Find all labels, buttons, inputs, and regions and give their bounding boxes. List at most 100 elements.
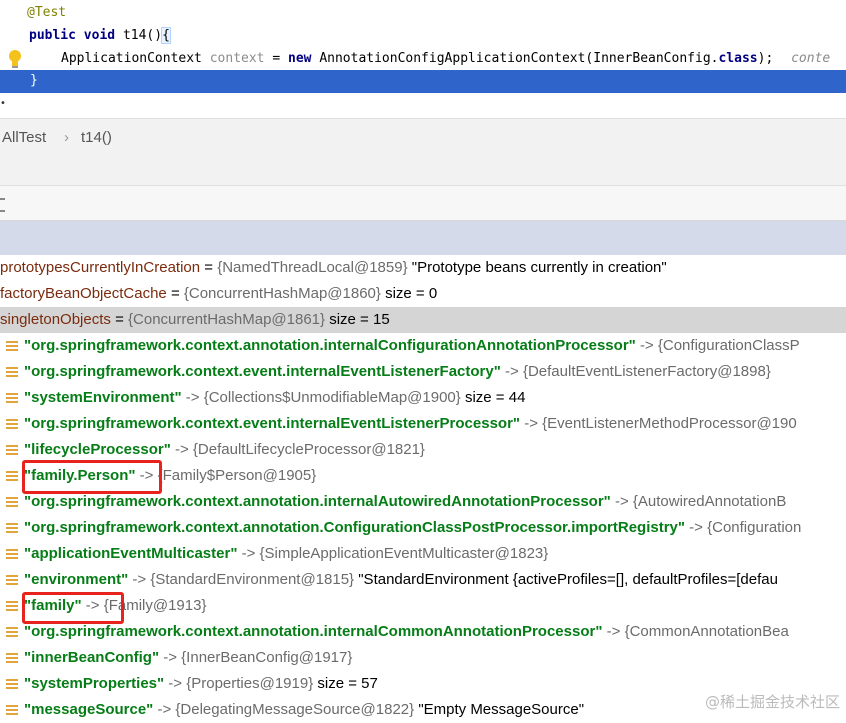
- map-entry-icon: [6, 548, 18, 561]
- kw-new: new: [288, 51, 312, 66]
- map-entry-row[interactable]: "org.springframework.context.event.inter…: [0, 359, 846, 385]
- map-entry-row[interactable]: "family" -> {Family@1913}: [0, 593, 846, 619]
- entry-value: {DelegatingMessageSource@1822}: [175, 701, 415, 718]
- arrow: ->: [241, 545, 256, 562]
- map-entry-row[interactable]: "environment" -> {StandardEnvironment@18…: [0, 567, 846, 593]
- entry-key: "org.springframework.context.annotation.…: [24, 623, 603, 640]
- equals-sign: =: [272, 51, 281, 66]
- entry-value: {DefaultLifecycleProcessor@1821}: [192, 441, 425, 458]
- entry-value: {CommonAnnotationBea: [624, 623, 789, 640]
- entry-value: {Family$Person@1905}: [157, 467, 317, 484]
- lightbulb-icon[interactable]: [7, 49, 23, 69]
- variable-name: prototypesCurrentlyInCreation: [0, 259, 201, 276]
- watermark: @稀土掘金技术社区: [704, 693, 840, 711]
- map-entry-row[interactable]: "org.springframework.context.annotation.…: [0, 515, 846, 541]
- gutter-dot: •: [0, 98, 6, 109]
- equals-sign: =: [204, 259, 214, 276]
- entry-value: {SimpleApplicationEventMulticaster@1823}: [259, 545, 549, 562]
- arrow: ->: [174, 441, 189, 458]
- arrow: ->: [524, 415, 538, 432]
- equals-sign: =: [170, 285, 180, 302]
- breadcrumb-separator: ›: [64, 129, 69, 146]
- map-entry-icon: [6, 704, 18, 717]
- entry-value: {Properties@1919}: [186, 675, 314, 692]
- entry-key: "lifecycleProcessor": [24, 441, 171, 458]
- entry-value: {ConfigurationClassP: [657, 337, 800, 354]
- entry-value: {EventListenerMethodProcessor@190: [542, 415, 797, 432]
- variable-ref: {ConcurrentHashMap@1861}: [128, 311, 326, 328]
- map-entry-icon: [6, 366, 18, 379]
- menu-lines-icon[interactable]: [0, 198, 5, 212]
- map-entry-icon: [6, 522, 18, 535]
- type-name: ApplicationContext: [61, 51, 202, 66]
- entry-key: "messageSource": [24, 701, 154, 718]
- entry-key: "org.springframework.context.annotation.…: [24, 519, 685, 536]
- constructor-call: AnnotationConfigApplicationContext(Inner…: [319, 51, 719, 66]
- map-entry-row[interactable]: "innerBeanConfig" -> {InnerBeanConfig@19…: [0, 645, 846, 671]
- debug-tabs-bar: [0, 186, 846, 221]
- code-editor[interactable]: @Test public void t14(){ ApplicationCont…: [0, 0, 846, 109]
- variable-row[interactable]: prototypesCurrentlyInCreation = {NamedTh…: [0, 255, 846, 281]
- arrow: ->: [505, 363, 519, 380]
- entry-value: {AutowiredAnnotationB: [632, 493, 787, 510]
- entry-key: "systemEnvironment": [24, 389, 182, 406]
- breadcrumb-class[interactable]: AllTest: [2, 129, 46, 146]
- equals-sign: =: [115, 311, 124, 328]
- entry-value: {Collections$UnmodifiableMap@1900}: [203, 389, 461, 406]
- highlight-box-family: [22, 592, 124, 624]
- variable-extra: size = 15: [329, 311, 390, 328]
- variable-row-selected[interactable]: singletonObjects = {ConcurrentHashMap@18…: [0, 307, 846, 333]
- map-entry-icon: [6, 496, 18, 509]
- entry-key: "org.springframework.context.annotation.…: [24, 493, 611, 510]
- current-line-highlight: }: [0, 70, 846, 93]
- variable-row[interactable]: factoryBeanObjectCache = {ConcurrentHash…: [0, 281, 846, 307]
- entry-value: {InnerBeanConfig@1917}: [181, 649, 353, 666]
- map-entry-row[interactable]: "applicationEventMulticaster" -> {Simple…: [0, 541, 846, 567]
- arrow: ->: [689, 519, 703, 536]
- arrow: ->: [163, 649, 177, 666]
- map-entry-icon: [6, 444, 18, 457]
- annotation-text: @Test: [27, 5, 67, 20]
- entry-key: "environment": [24, 571, 129, 588]
- kw-class: class: [718, 51, 758, 66]
- statement-end: );: [757, 51, 774, 66]
- entry-value: {DefaultEventListenerFactory@1898}: [522, 363, 771, 380]
- entry-extra: size = 44: [464, 389, 526, 406]
- entry-key: "applicationEventMulticaster": [24, 545, 238, 562]
- entry-key: "org.springframework.context.event.inter…: [24, 415, 521, 432]
- variable-ref: {NamedThreadLocal@1859}: [217, 259, 408, 276]
- arrow: ->: [168, 675, 183, 692]
- map-entry-row[interactable]: "org.springframework.context.annotation.…: [0, 333, 846, 359]
- arrow: ->: [185, 389, 200, 406]
- variable-ref: {ConcurrentHashMap@1860}: [183, 285, 381, 302]
- code-line-annotation: @Test: [27, 1, 66, 24]
- map-entry-icon: [6, 340, 18, 353]
- highlight-box-family-person: [22, 460, 162, 494]
- variable-extra: size = 0: [385, 285, 438, 302]
- map-entry-icon: [6, 470, 18, 483]
- map-entry-icon: [6, 626, 18, 639]
- map-entry-row[interactable]: "systemEnvironment" -> {Collections$Unmo…: [0, 385, 846, 411]
- variable-name: singletonObjects: [0, 311, 111, 328]
- frames-header: [0, 221, 846, 255]
- map-entry-icon: [6, 600, 18, 613]
- arrow: ->: [157, 701, 172, 718]
- variable-extra: "Prototype beans currently in creation": [411, 259, 667, 276]
- entry-key: "systemProperties": [24, 675, 165, 692]
- map-entry-icon: [6, 574, 18, 587]
- breadcrumb: AllTest › t14(): [0, 118, 846, 156]
- kw-public: public: [29, 28, 76, 43]
- code-line-context: ApplicationContext context = new Annotat…: [61, 47, 830, 70]
- map-entry-row[interactable]: "org.springframework.context.annotation.…: [0, 619, 846, 645]
- entry-extra: "StandardEnvironment {activeProfiles=[],…: [358, 571, 778, 588]
- code-line-method-signature: public void t14(){: [29, 24, 171, 47]
- entry-key: "innerBeanConfig": [24, 649, 160, 666]
- map-entry-row[interactable]: "org.springframework.context.event.inter…: [0, 411, 846, 437]
- var-name: context: [209, 51, 265, 66]
- variable-name: factoryBeanObjectCache: [0, 285, 167, 302]
- map-entry-icon: [6, 678, 18, 691]
- entry-extra: "Empty MessageSource": [418, 701, 585, 718]
- arrow: ->: [132, 571, 147, 588]
- arrow: ->: [639, 337, 654, 354]
- breadcrumb-method[interactable]: t14(): [81, 129, 112, 146]
